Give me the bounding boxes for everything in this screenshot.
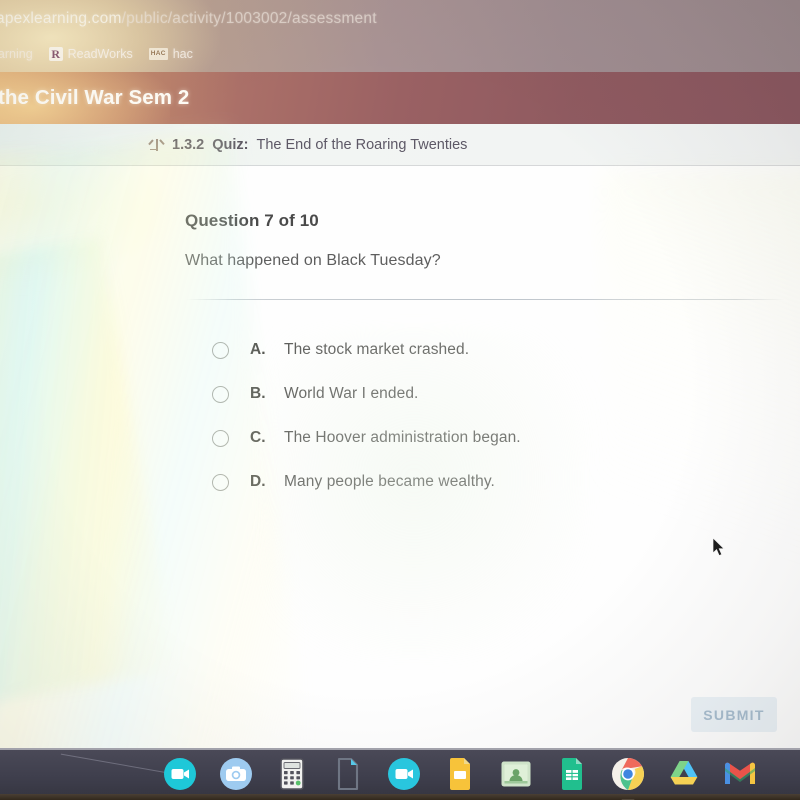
shelf-bottom-edge — [0, 794, 800, 800]
answer-option-a[interactable]: A. The stock market crashed. — [212, 328, 772, 372]
quiz-number: 1.3.2 — [172, 136, 205, 153]
url-path: /public/activity/1003002/assessment — [121, 10, 377, 27]
bookmark-hac[interactable]: HAC hac — [148, 47, 193, 61]
browser-chrome: apexlearning.com/public/activity/1003002… — [0, 0, 800, 72]
submit-button[interactable]: SUBMIT — [691, 697, 777, 732]
google-classroom-icon[interactable] — [498, 756, 534, 792]
radio-button-d[interactable] — [212, 473, 229, 491]
answer-options-list: A. The stock market crashed. B. World Wa… — [212, 328, 772, 504]
answer-option-c[interactable]: C. The Hoover administration began. — [212, 416, 772, 460]
question-divider — [186, 299, 784, 300]
breadcrumb: 1.3.2 Quiz: The End of the Roaring Twent… — [148, 137, 467, 153]
course-title: the Civil War Sem 2 — [0, 86, 190, 109]
gmail-icon[interactable] — [722, 756, 758, 792]
option-letter: A. — [250, 341, 266, 358]
taskbar — [0, 748, 800, 800]
readworks-r-icon: R — [48, 47, 63, 61]
camera-icon[interactable] — [218, 756, 254, 792]
video-app-icon[interactable] — [386, 756, 422, 792]
quiz-name: The End of the Roaring Twenties — [256, 136, 468, 153]
url-host: apexlearning.com — [0, 10, 122, 27]
bookmark-label: hac — [172, 47, 193, 61]
radio-button-c[interactable] — [212, 429, 229, 447]
question-progress: Question 7 of 10 — [185, 211, 319, 230]
option-text: The stock market crashed. — [284, 341, 470, 358]
answer-option-d[interactable]: D. Many people became wealthy. — [212, 460, 772, 504]
google-slides-icon[interactable] — [442, 756, 478, 792]
option-letter: D. — [250, 473, 266, 490]
radio-button-a[interactable] — [212, 341, 229, 359]
google-drive-icon[interactable] — [666, 756, 702, 792]
option-letter: C. — [250, 429, 266, 446]
google-sheets-icon[interactable] — [554, 756, 590, 792]
shelf-top-edge — [0, 748, 800, 750]
answer-option-b[interactable]: B. World War I ended. — [212, 372, 772, 416]
bookmark-label: ReadWorks — [67, 47, 133, 61]
calculator-icon[interactable] — [274, 756, 310, 792]
bookmark-readworks[interactable]: R ReadWorks — [48, 47, 133, 61]
file-icon[interactable] — [330, 756, 366, 792]
option-text: The Hoover administration began. — [284, 429, 521, 446]
bookmark-learning[interactable]: Learning — [0, 47, 33, 61]
quiz-kind: Quiz: — [212, 136, 249, 153]
option-text: World War I ended. — [284, 385, 419, 402]
address-bar[interactable]: apexlearning.com/public/activity/1003002… — [0, 6, 800, 32]
hac-icon: HAC — [148, 48, 168, 60]
bookmark-label: Learning — [0, 47, 33, 61]
video-camera-icon[interactable] — [162, 756, 198, 792]
option-text: Many people became wealthy. — [284, 473, 495, 490]
assessment-page: Question 7 of 10 What happened on Black … — [0, 166, 800, 748]
return-arrow-icon[interactable] — [148, 137, 165, 153]
bookmarks-bar: Learning R ReadWorks HAC hac — [0, 42, 193, 66]
question-prompt: What happened on Black Tuesday? — [185, 252, 441, 269]
taskbar-icons — [162, 756, 758, 800]
radio-button-b[interactable] — [212, 385, 229, 403]
google-chrome-icon[interactable] — [610, 756, 646, 800]
course-title-bar: the Civil War Sem 2 — [0, 72, 800, 124]
screenshot-root: apexlearning.com/public/activity/1003002… — [0, 0, 800, 800]
quiz-breadcrumb-bar: 1.3.2 Quiz: The End of the Roaring Twent… — [0, 124, 800, 166]
option-letter: B. — [250, 385, 266, 402]
